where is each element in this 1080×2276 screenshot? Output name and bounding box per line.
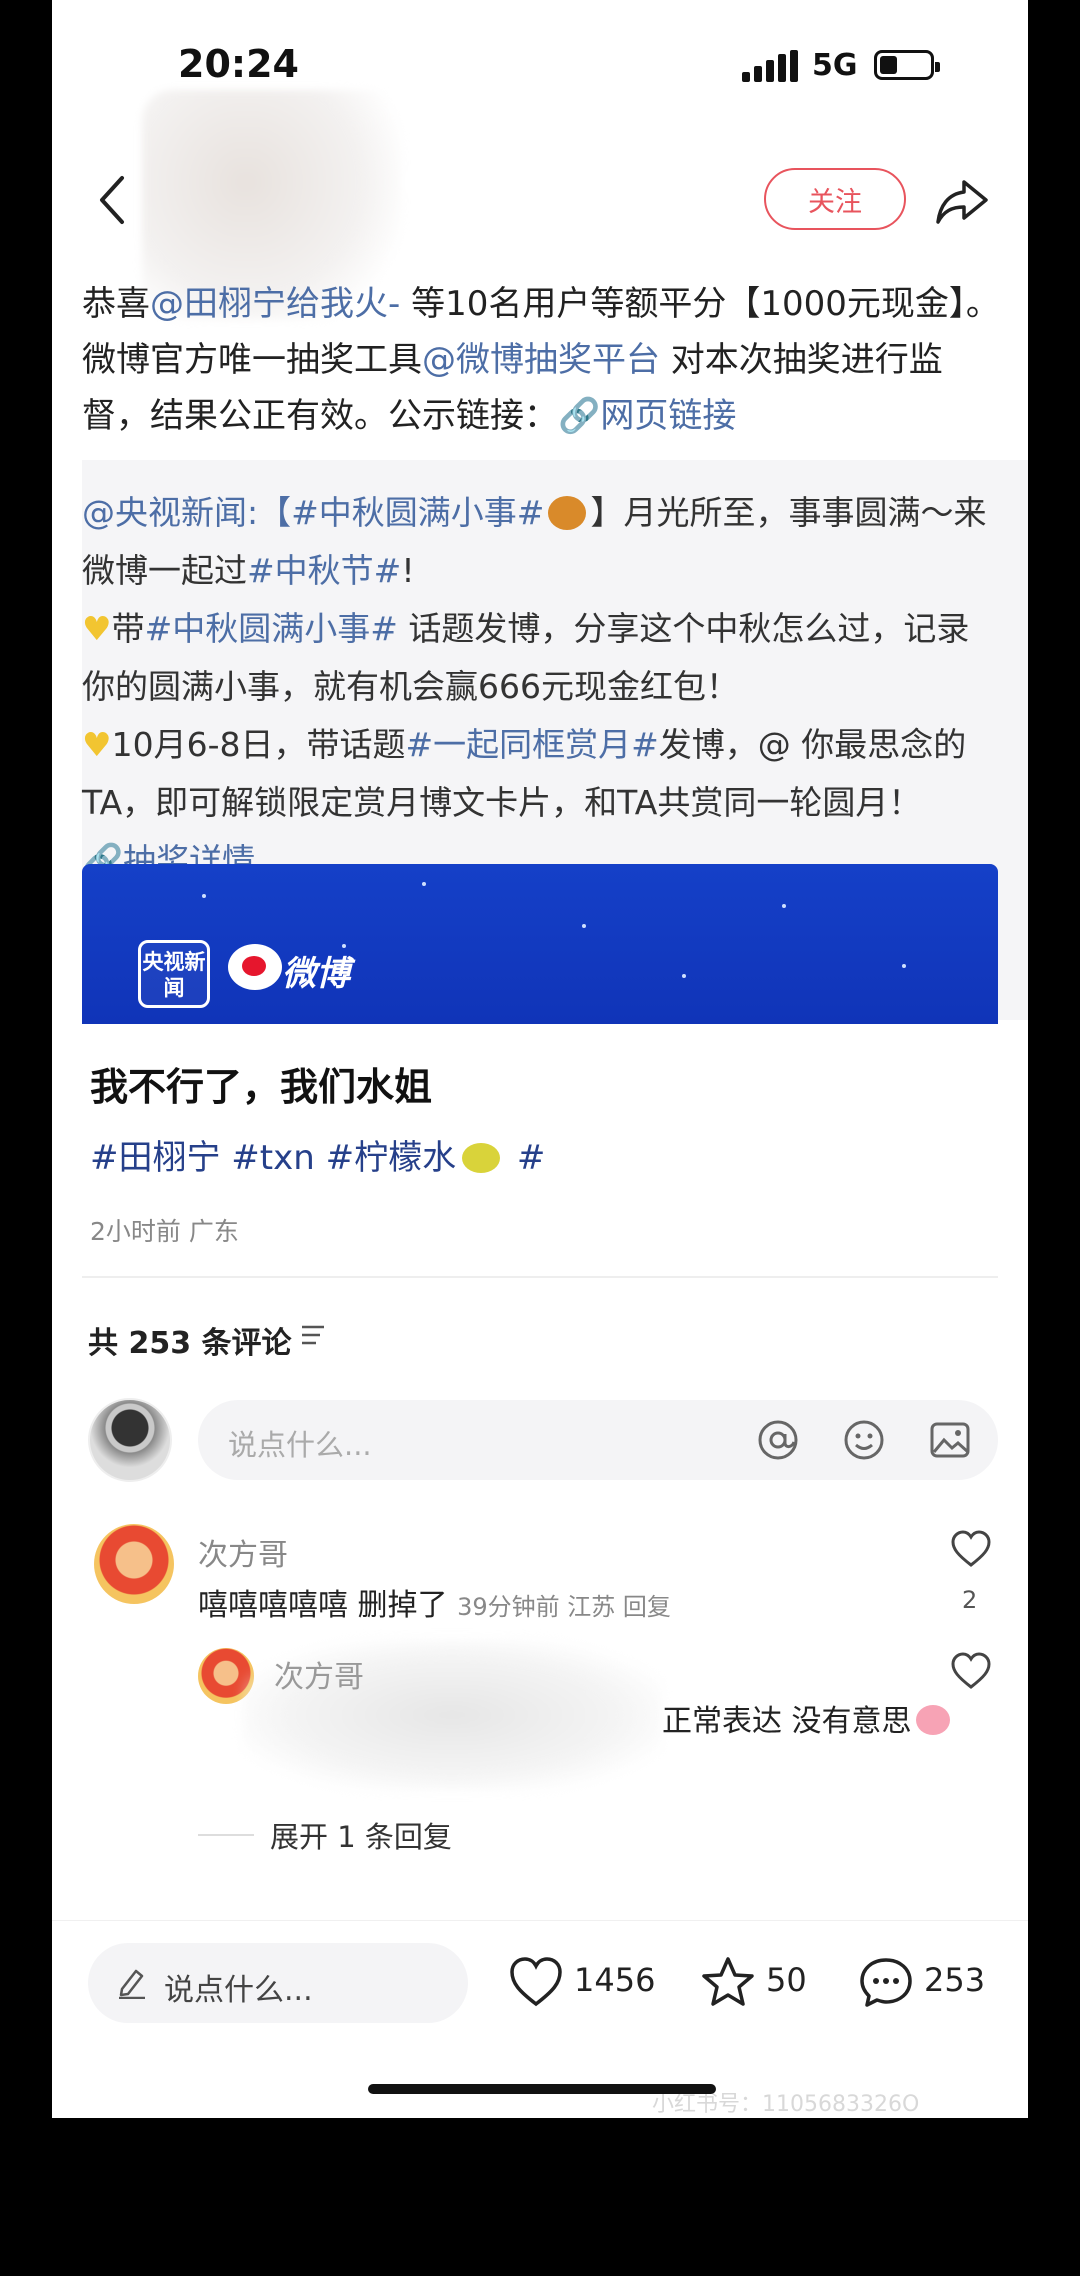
star-icon bbox=[702, 1957, 754, 2006]
follow-button[interactable]: 关注 bbox=[764, 168, 906, 230]
comment-like-button[interactable] bbox=[950, 1530, 992, 1568]
comment-meta[interactable]: 39分钟前 江苏 回复 bbox=[457, 1593, 671, 1621]
comment-total: 253 bbox=[924, 1961, 986, 1999]
star-button[interactable] bbox=[700, 1955, 756, 2009]
note-tags[interactable]: #田栩宁 #txn #柠檬水 # bbox=[90, 1130, 545, 1179]
repost-source-link[interactable]: @央视新闻: bbox=[82, 493, 258, 532]
note-tags-text[interactable]: #田栩宁 #txn #柠檬水 bbox=[90, 1138, 456, 1178]
at-icon[interactable] bbox=[756, 1418, 800, 1462]
network-type: 5G bbox=[812, 48, 858, 83]
link-icon: 🔗 bbox=[558, 396, 601, 436]
heart-icon bbox=[951, 1652, 991, 1689]
repost-text-part: 10月6-8日，带话题 bbox=[111, 725, 406, 764]
weibo-logo-icon bbox=[228, 944, 282, 990]
pig-emoji-icon bbox=[915, 1705, 950, 1735]
note-time: 2小时前 bbox=[90, 1217, 181, 1246]
like-button[interactable] bbox=[508, 1955, 564, 2009]
signal-icon bbox=[742, 50, 800, 82]
heart-icon bbox=[951, 1530, 991, 1567]
repost-text-part: ! bbox=[401, 551, 415, 590]
post-text-part: 恭喜 bbox=[82, 284, 150, 324]
heart-icon bbox=[510, 1957, 562, 2007]
repost-text-part: 带 bbox=[111, 609, 145, 648]
note-tags-end[interactable]: # bbox=[506, 1138, 546, 1178]
moon-tag-link[interactable]: #一起同框赏月# bbox=[405, 725, 658, 764]
expand-divider bbox=[198, 1834, 254, 1836]
commenter-name[interactable]: 次方哥 bbox=[198, 1530, 288, 1574]
divider bbox=[82, 1276, 998, 1278]
comment-text: 嘻嘻嘻嘻嘻 删掉了 39分钟前 江苏 回复 bbox=[198, 1580, 671, 1624]
reply-name[interactable]: 次方哥 bbox=[274, 1652, 364, 1696]
home-indicator bbox=[368, 2084, 716, 2094]
comment-button[interactable] bbox=[858, 1955, 914, 2009]
app-screen: 20:24 5G 关注 恭喜@田栩宁给我火- 等10名用户等额平分【1000元现… bbox=[52, 0, 1028, 2118]
battery-level bbox=[880, 56, 897, 74]
star-count: 50 bbox=[766, 1961, 807, 1999]
post-text: 恭喜@田栩宁给我火- 等10名用户等额平分【1000元现金】。微博官方唯一抽奖工… bbox=[82, 276, 1002, 444]
status-time: 20:24 bbox=[178, 42, 299, 86]
battery-icon bbox=[874, 50, 940, 80]
bottom-comment-input[interactable]: 说点什么... bbox=[88, 1943, 468, 2023]
comment-like-count: 2 bbox=[962, 1586, 978, 1614]
like-count: 1456 bbox=[574, 1961, 656, 1999]
comment-body: 嘻嘻嘻嘻嘻 删掉了 bbox=[198, 1588, 448, 1623]
image-icon[interactable] bbox=[928, 1418, 972, 1462]
share-button[interactable] bbox=[934, 176, 990, 226]
expand-replies-button[interactable]: 展开 1 条回复 bbox=[270, 1814, 452, 1856]
chevron-left-icon bbox=[100, 176, 124, 224]
back-button[interactable] bbox=[92, 170, 132, 230]
note-meta: 2小时前 广东 bbox=[90, 1212, 239, 1248]
comment-input[interactable]: 说点什么... bbox=[198, 1400, 998, 1480]
commenter-avatar[interactable] bbox=[94, 1524, 174, 1604]
pen-icon bbox=[116, 1965, 148, 2000]
sort-icon[interactable] bbox=[300, 1324, 326, 1346]
repost-text: @央视新闻:【#中秋圆满小事# 】月光所至，事事圆满～来微博一起过#中秋节#! ♥… bbox=[82, 484, 1002, 890]
lemon-icon bbox=[462, 1143, 501, 1173]
emoji-icon[interactable] bbox=[842, 1418, 886, 1462]
share-icon bbox=[936, 180, 988, 224]
yellow-heart-icon: ♥ bbox=[82, 609, 112, 648]
yellow-heart-icon: ♥ bbox=[82, 725, 112, 764]
topic-tag-link[interactable]: 【#中秋圆满小事# bbox=[258, 493, 544, 532]
weibo-logo-text: 微博 bbox=[282, 954, 350, 994]
bottom-input-placeholder: 说点什么... bbox=[164, 1973, 313, 2008]
note-title: 我不行了，我们水姐 bbox=[90, 1065, 433, 1109]
my-avatar[interactable] bbox=[88, 1398, 172, 1482]
reply-text: 正常表达 没有意思 bbox=[662, 1696, 950, 1740]
note-location: 广东 bbox=[188, 1217, 239, 1246]
web-link-label: 网页链接 bbox=[600, 396, 737, 436]
topic-tag-link[interactable]: #中秋圆满小事# bbox=[145, 609, 398, 648]
promo-banner[interactable]: 央视新闻 微博 bbox=[82, 864, 998, 1024]
mooncake-icon bbox=[548, 496, 587, 530]
mention-platform-link[interactable]: @微博抽奖平台 bbox=[422, 340, 660, 380]
comment-bubble-icon bbox=[860, 1958, 912, 2007]
mention-user-link[interactable]: @田栩宁给我火- bbox=[150, 284, 400, 324]
comment-input-placeholder: 说点什么... bbox=[228, 1428, 372, 1462]
web-link[interactable]: 🔗网页链接 bbox=[558, 396, 736, 436]
reply-like-button[interactable] bbox=[950, 1652, 992, 1690]
cctv-logo: 央视新闻 bbox=[138, 940, 210, 1008]
festival-tag-link[interactable]: #中秋节# bbox=[247, 551, 401, 590]
reply-body: 正常表达 没有意思 bbox=[662, 1704, 912, 1739]
comment-count: 共 253 条评论 bbox=[88, 1326, 292, 1361]
